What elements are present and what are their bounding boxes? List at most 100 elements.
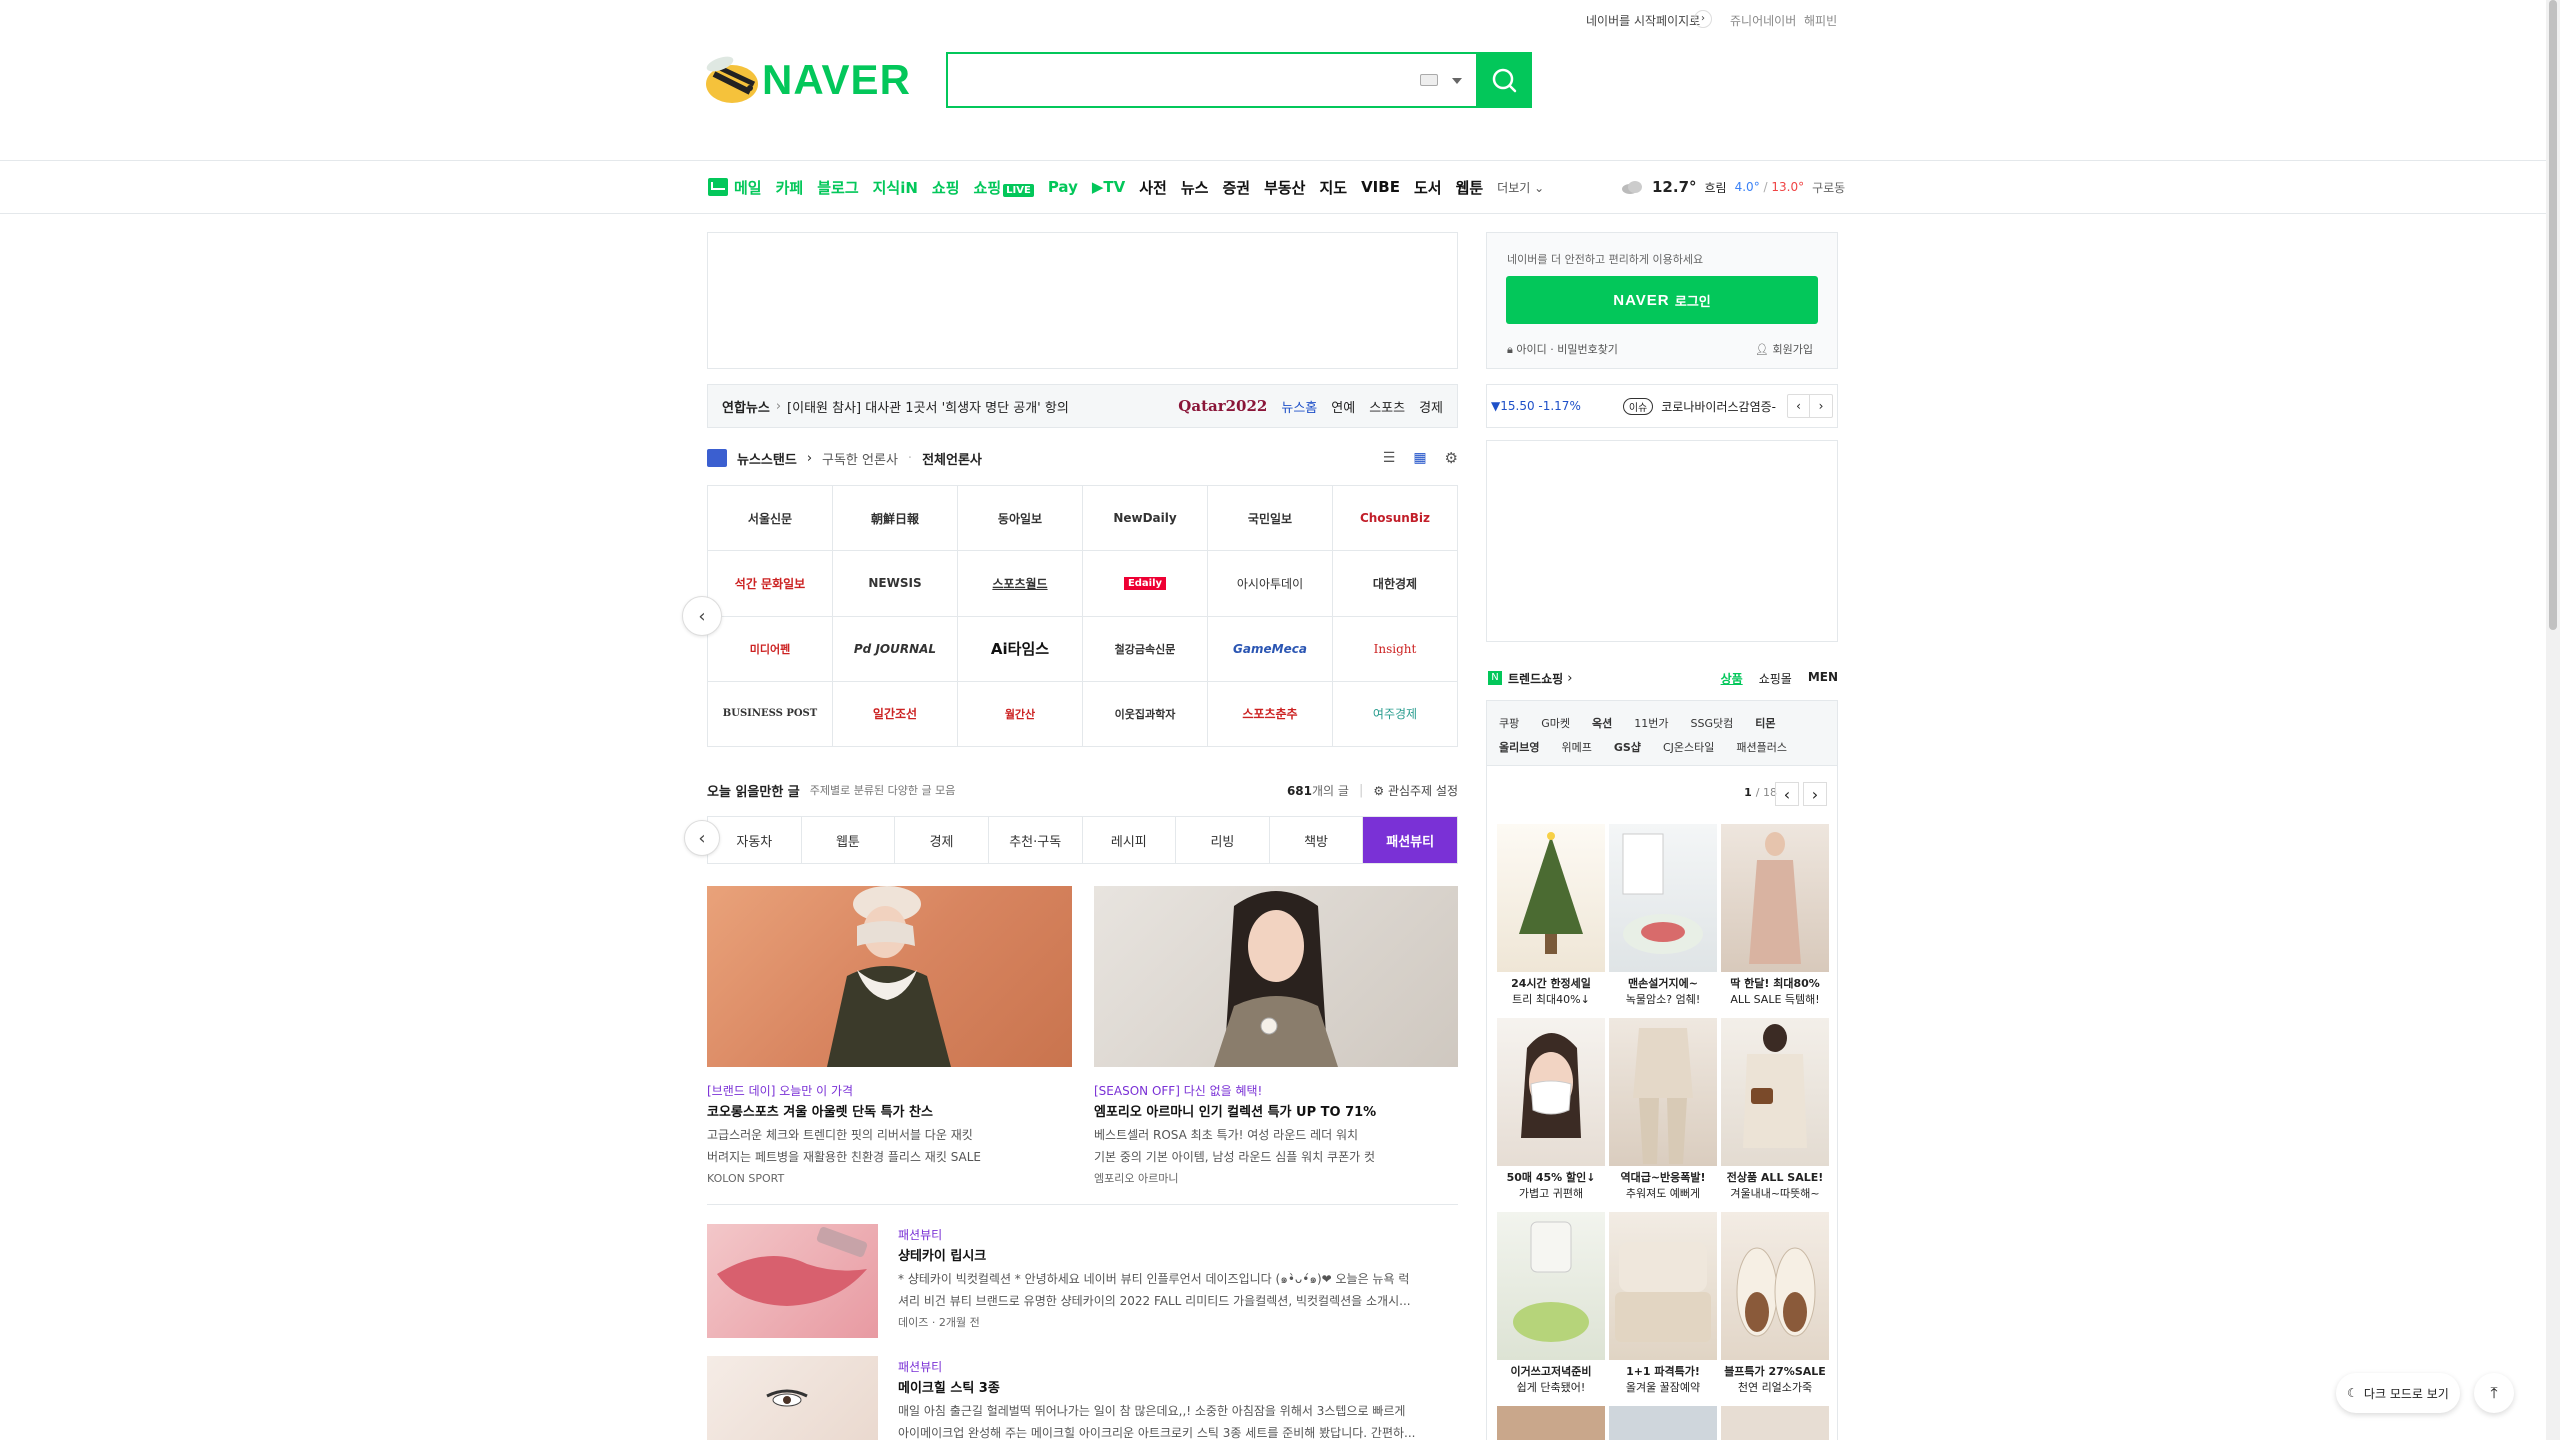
press-logo[interactable]: 이웃집과학자 (1083, 681, 1208, 747)
product-image[interactable] (1721, 824, 1829, 972)
product-caption[interactable]: 24시간 한정세일 트리 최대40%↓ (1496, 976, 1606, 1008)
chevron-left-icon[interactable]: ‹ (1788, 395, 1810, 417)
nav-shopping-live[interactable]: 쇼핑 LIVE (974, 177, 1034, 198)
side-ad[interactable] (1486, 440, 1838, 642)
nav-blog[interactable]: 블로그 (817, 177, 858, 198)
nav-news[interactable]: 뉴스 (1181, 177, 1209, 198)
mail-icon[interactable] (708, 178, 728, 196)
shop-link[interactable]: G마켓 (1541, 715, 1570, 731)
product-caption[interactable]: 50매 45% 할인↓ 가볍고 귀편해 (1496, 1170, 1606, 1202)
shop-link[interactable]: SSG닷컴 (1691, 715, 1734, 731)
product-image[interactable] (1609, 1018, 1717, 1166)
tab-economy[interactable]: 경제 (895, 817, 989, 863)
issue-text[interactable]: 코로나바이러스감염증- (1661, 398, 1776, 415)
shop-link[interactable]: 쿠팡 (1499, 715, 1519, 731)
press-logo[interactable]: 동아일보 (958, 486, 1083, 552)
tab-living[interactable]: 리빙 (1176, 817, 1270, 863)
tab-books[interactable]: 책방 (1270, 817, 1364, 863)
nav-tv[interactable]: ▶TV (1092, 178, 1125, 196)
login-button[interactable]: NAVER 로그인 (1506, 276, 1818, 324)
caret-down-icon[interactable] (1452, 78, 1462, 84)
qatar2022-logo[interactable]: Qatar2022 (1178, 397, 1267, 415)
search-input[interactable] (946, 52, 1530, 108)
nav-mail[interactable]: 메일 (734, 177, 762, 198)
press-logo[interactable]: 서울신문 (708, 486, 833, 552)
nav-cafe[interactable]: 카페 (776, 177, 804, 198)
nav-kin[interactable]: 지식iN (873, 177, 918, 198)
dark-mode-button[interactable]: ☾ 다크 모드로 보기 (2336, 1373, 2460, 1413)
press-logo[interactable]: 일간조선 (833, 681, 958, 747)
nav-stock[interactable]: 증권 (1222, 177, 1250, 198)
press-logo[interactable]: BUSINESS POST (708, 681, 833, 747)
weather-widget[interactable]: 12.7° 흐림 4.0° / 13.0° 구로동 (1620, 175, 1845, 199)
press-logo[interactable]: 아시아투데이 (1208, 551, 1333, 617)
link-news-home[interactable]: 뉴스홈 (1281, 397, 1317, 416)
article-card[interactable]: [SEASON OFF] 다신 없을 혜택! 엠포리오 아르마니 인기 컬렉션 … (1094, 1080, 1458, 1190)
tab-fashion-beauty[interactable]: 패션뷰티 (1363, 817, 1457, 863)
tab-products[interactable]: 상품 (1721, 670, 1743, 687)
tab-subscribed[interactable]: 구독한 언론사 (822, 449, 898, 468)
press-logo[interactable]: Insight (1333, 616, 1458, 682)
search-button[interactable] (1476, 52, 1532, 108)
press-logo[interactable]: Pd JOURNAL (833, 616, 958, 682)
product-image[interactable] (1721, 1406, 1829, 1440)
product-image[interactable] (1497, 1406, 1605, 1440)
press-logo[interactable]: 대한경제 (1333, 551, 1458, 617)
chevron-right-icon[interactable]: › (1803, 782, 1827, 806)
tab-webtoon[interactable]: 웹툰 (802, 817, 896, 863)
shop-link[interactable]: GS샵 (1614, 739, 1641, 755)
press-logo[interactable]: NEWSIS (833, 551, 958, 617)
article-card[interactable]: [브랜드 데이] 오늘만 이 가격 코오롱스포츠 겨울 아울렛 단독 특가 찬스… (707, 1080, 1072, 1190)
newsstand-title[interactable]: 뉴스스탠드 (737, 449, 797, 468)
press-logo[interactable]: 스포츠월드 (958, 551, 1083, 617)
naver-logo[interactable]: NAVER (700, 46, 922, 116)
product-image[interactable] (1497, 824, 1605, 972)
tab-recommend[interactable]: 추천·구독 (989, 817, 1083, 863)
press-logo[interactable]: 철강금속신문 (1083, 616, 1208, 682)
link-economy[interactable]: 경제 (1419, 397, 1443, 416)
stock-value[interactable]: ▼15.50 -1.17% (1491, 399, 1581, 413)
press-logo[interactable]: 석간 문화일보 (708, 551, 833, 617)
nav-dictionary[interactable]: 사전 (1139, 177, 1167, 198)
press-logo[interactable]: Ai타임스 (958, 616, 1083, 682)
nav-books[interactable]: 도서 (1414, 177, 1442, 198)
scrollbar-thumb[interactable] (2549, 0, 2557, 630)
tab-car[interactable]: 자동차 (708, 817, 802, 863)
trend-title[interactable]: 트렌드쇼핑 (1508, 670, 1563, 687)
product-image[interactable] (1609, 824, 1717, 972)
scroll-top-button[interactable]: ⤒ (2474, 1373, 2514, 1413)
shop-link[interactable]: 위메프 (1561, 739, 1591, 755)
news-headline[interactable]: [이태원 참사] 대사관 1곳서 '희생자 명단 공개' 항의 (787, 397, 1069, 416)
reading-prev-button[interactable]: ‹ (684, 820, 720, 856)
press-logo[interactable]: 스포츠춘추 (1208, 681, 1333, 747)
tab-all-press[interactable]: 전체언론사 (922, 449, 982, 468)
press-logo[interactable]: NewDaily (1083, 486, 1208, 552)
product-image[interactable] (1721, 1212, 1829, 1360)
signup-link[interactable]: 👤︎ 회원가입 (1755, 341, 1813, 357)
link-sports[interactable]: 스포츠 (1369, 397, 1405, 416)
link-entertainment[interactable]: 연예 (1331, 397, 1355, 416)
nav-vibe[interactable]: VIBE (1361, 178, 1400, 196)
list-item[interactable]: 패션뷰티 샹테카이 립시크 * 샹테카이 빅컷컬렉션 * 안녕하세요 네이버 뷰… (898, 1224, 1458, 1334)
chevron-right-icon[interactable]: › (1694, 10, 1712, 28)
product-caption[interactable]: 맨손설거지에~ 녹물암소? 엄췌! (1608, 976, 1718, 1008)
press-logo[interactable]: GameMeca (1208, 616, 1333, 682)
press-logo[interactable]: ChosunBiz (1333, 486, 1458, 552)
shop-link[interactable]: CJ온스타일 (1663, 739, 1714, 755)
tab-shops[interactable]: 쇼핑몰 (1759, 670, 1792, 687)
shop-link[interactable]: 옥션 (1592, 715, 1612, 731)
product-caption[interactable]: 딱 한달! 최대80% ALL SALE 득템해! (1720, 976, 1830, 1008)
product-caption[interactable]: 이거쓰고저녁준비 쉽게 단축됐어! (1496, 1364, 1606, 1396)
card-image[interactable] (1094, 886, 1458, 1067)
newsstand-prev-button[interactable]: ‹ (682, 596, 722, 636)
shop-link[interactable]: 패션플러스 (1736, 739, 1787, 755)
product-caption[interactable]: 전상품 ALL SALE! 겨울내내~따뜻해~ (1720, 1170, 1830, 1202)
nav-map[interactable]: 지도 (1319, 177, 1347, 198)
press-logo[interactable]: 월간산 (958, 681, 1083, 747)
news-source[interactable]: 연합뉴스 (722, 397, 770, 416)
product-caption[interactable]: 역대급~반응폭발! 추워져도 예뻐게 (1608, 1170, 1718, 1202)
nav-webtoon[interactable]: 웹툰 (1456, 177, 1484, 198)
card-image[interactable] (707, 886, 1072, 1067)
product-image[interactable] (1721, 1018, 1829, 1166)
shop-link[interactable]: 11번가 (1634, 715, 1668, 731)
